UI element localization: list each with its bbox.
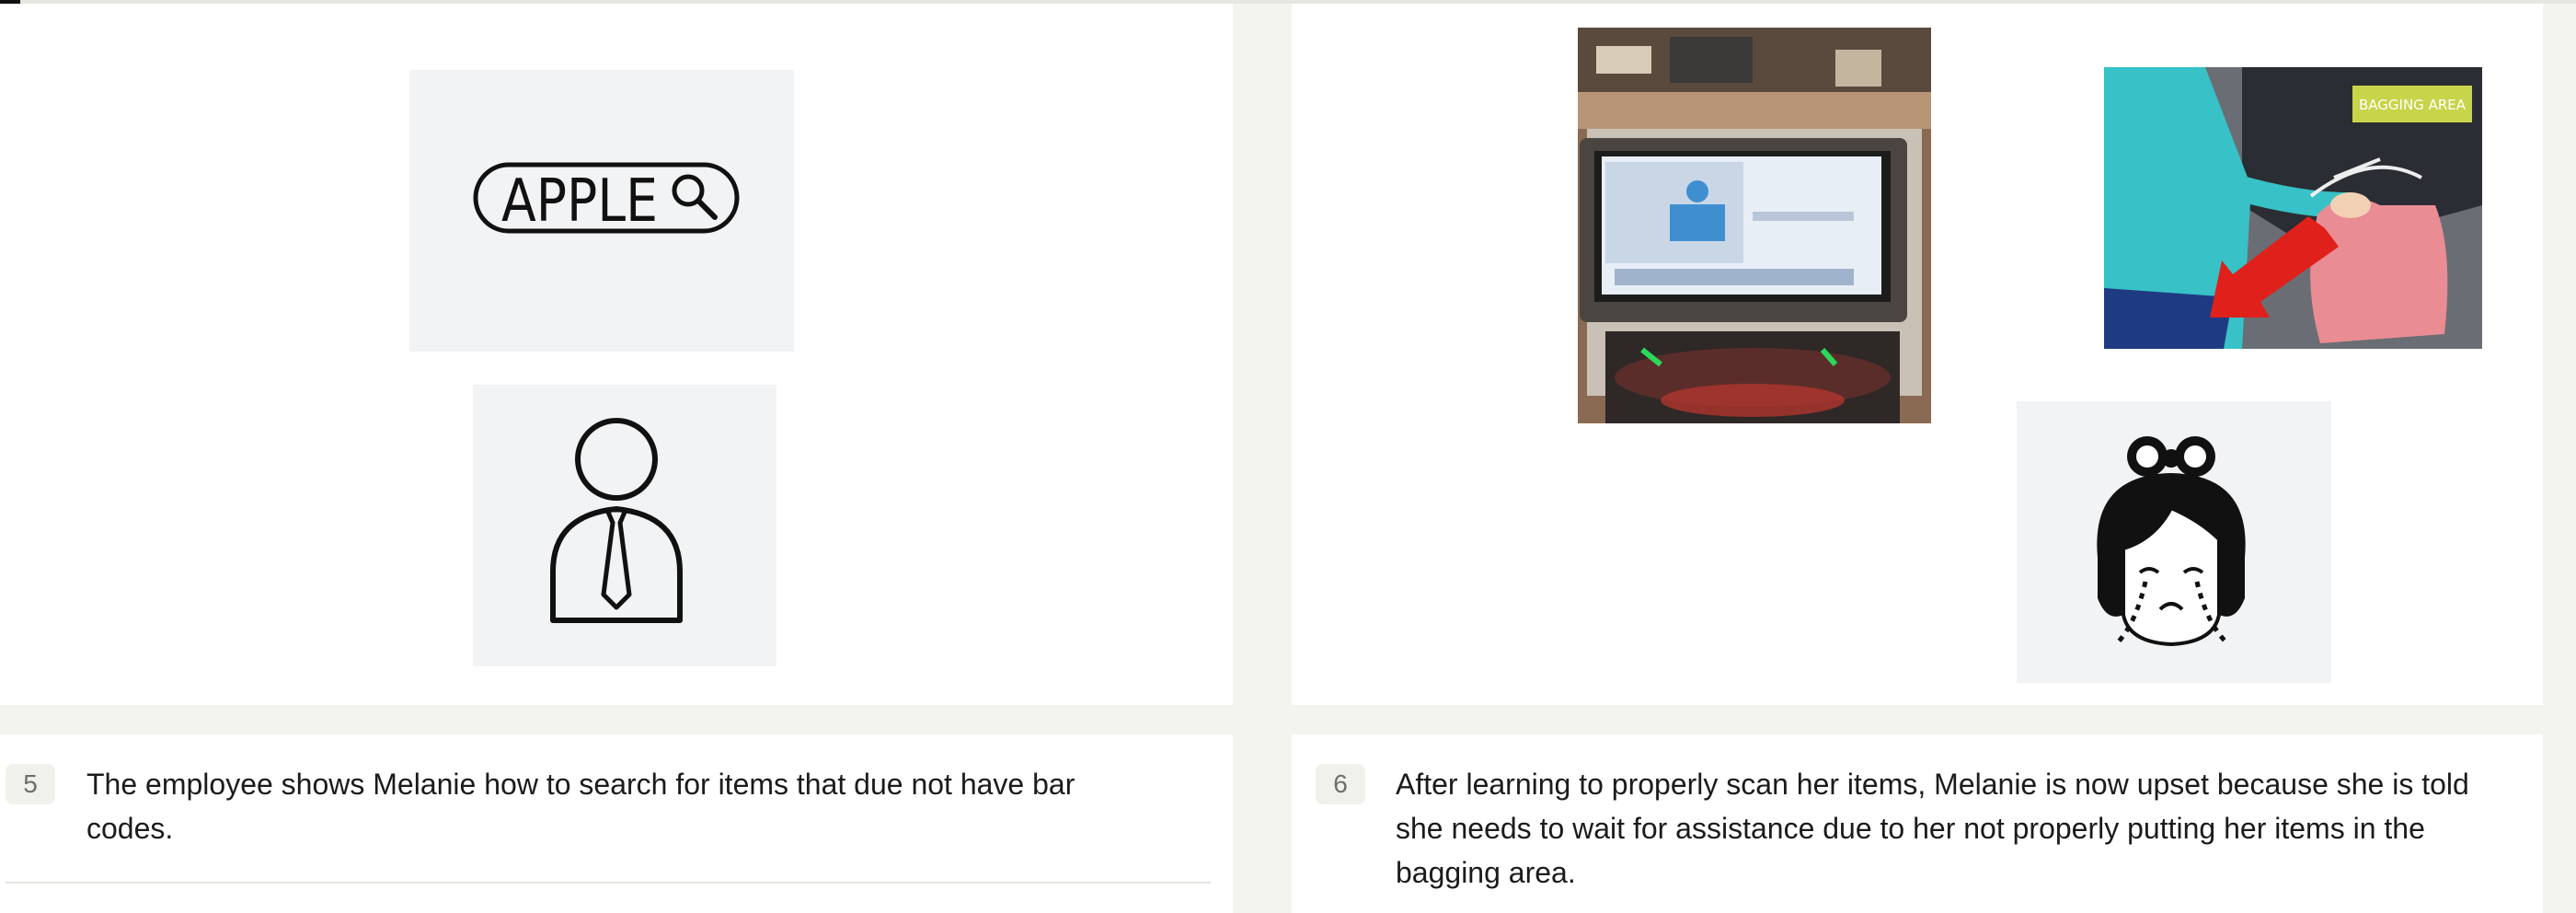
person-with-tie-icon (550, 418, 683, 623)
caption-divider (6, 882, 1211, 884)
step-5-caption-card: 5 The employee shows Melanie how to sear… (0, 734, 1233, 913)
step-caption: After learning to properly scan her item… (1396, 768, 2469, 889)
step-number-badge: 5 (6, 764, 55, 804)
search-apple-picture: APPLE (409, 70, 794, 352)
crying-face-icon (2097, 436, 2246, 647)
step-number-badge: 6 (1316, 764, 1365, 804)
step-6-image-card: BAGGING AREA (1292, 4, 2543, 705)
step-5-image-card: APPLE (0, 4, 1233, 705)
bagging-area-photo: BAGGING AREA (2104, 67, 2482, 349)
step-caption: The employee shows Melanie how to search… (86, 768, 1075, 845)
step-6-caption-card: 6 After learning to properly scan her it… (1292, 734, 2543, 913)
self-checkout-photo (1578, 28, 1931, 423)
employee-picture (473, 385, 776, 666)
apple-search-text: APPLE (501, 168, 658, 236)
checkout-kiosk-icon (1578, 28, 1931, 423)
bagging-arrow-icon: BAGGING AREA (2104, 67, 2482, 349)
bagging-area-sign: BAGGING AREA (2359, 97, 2467, 113)
crying-girl-picture (2017, 401, 2331, 683)
search-apple-drawing: APPLE (473, 162, 740, 236)
search-icon (672, 174, 718, 220)
